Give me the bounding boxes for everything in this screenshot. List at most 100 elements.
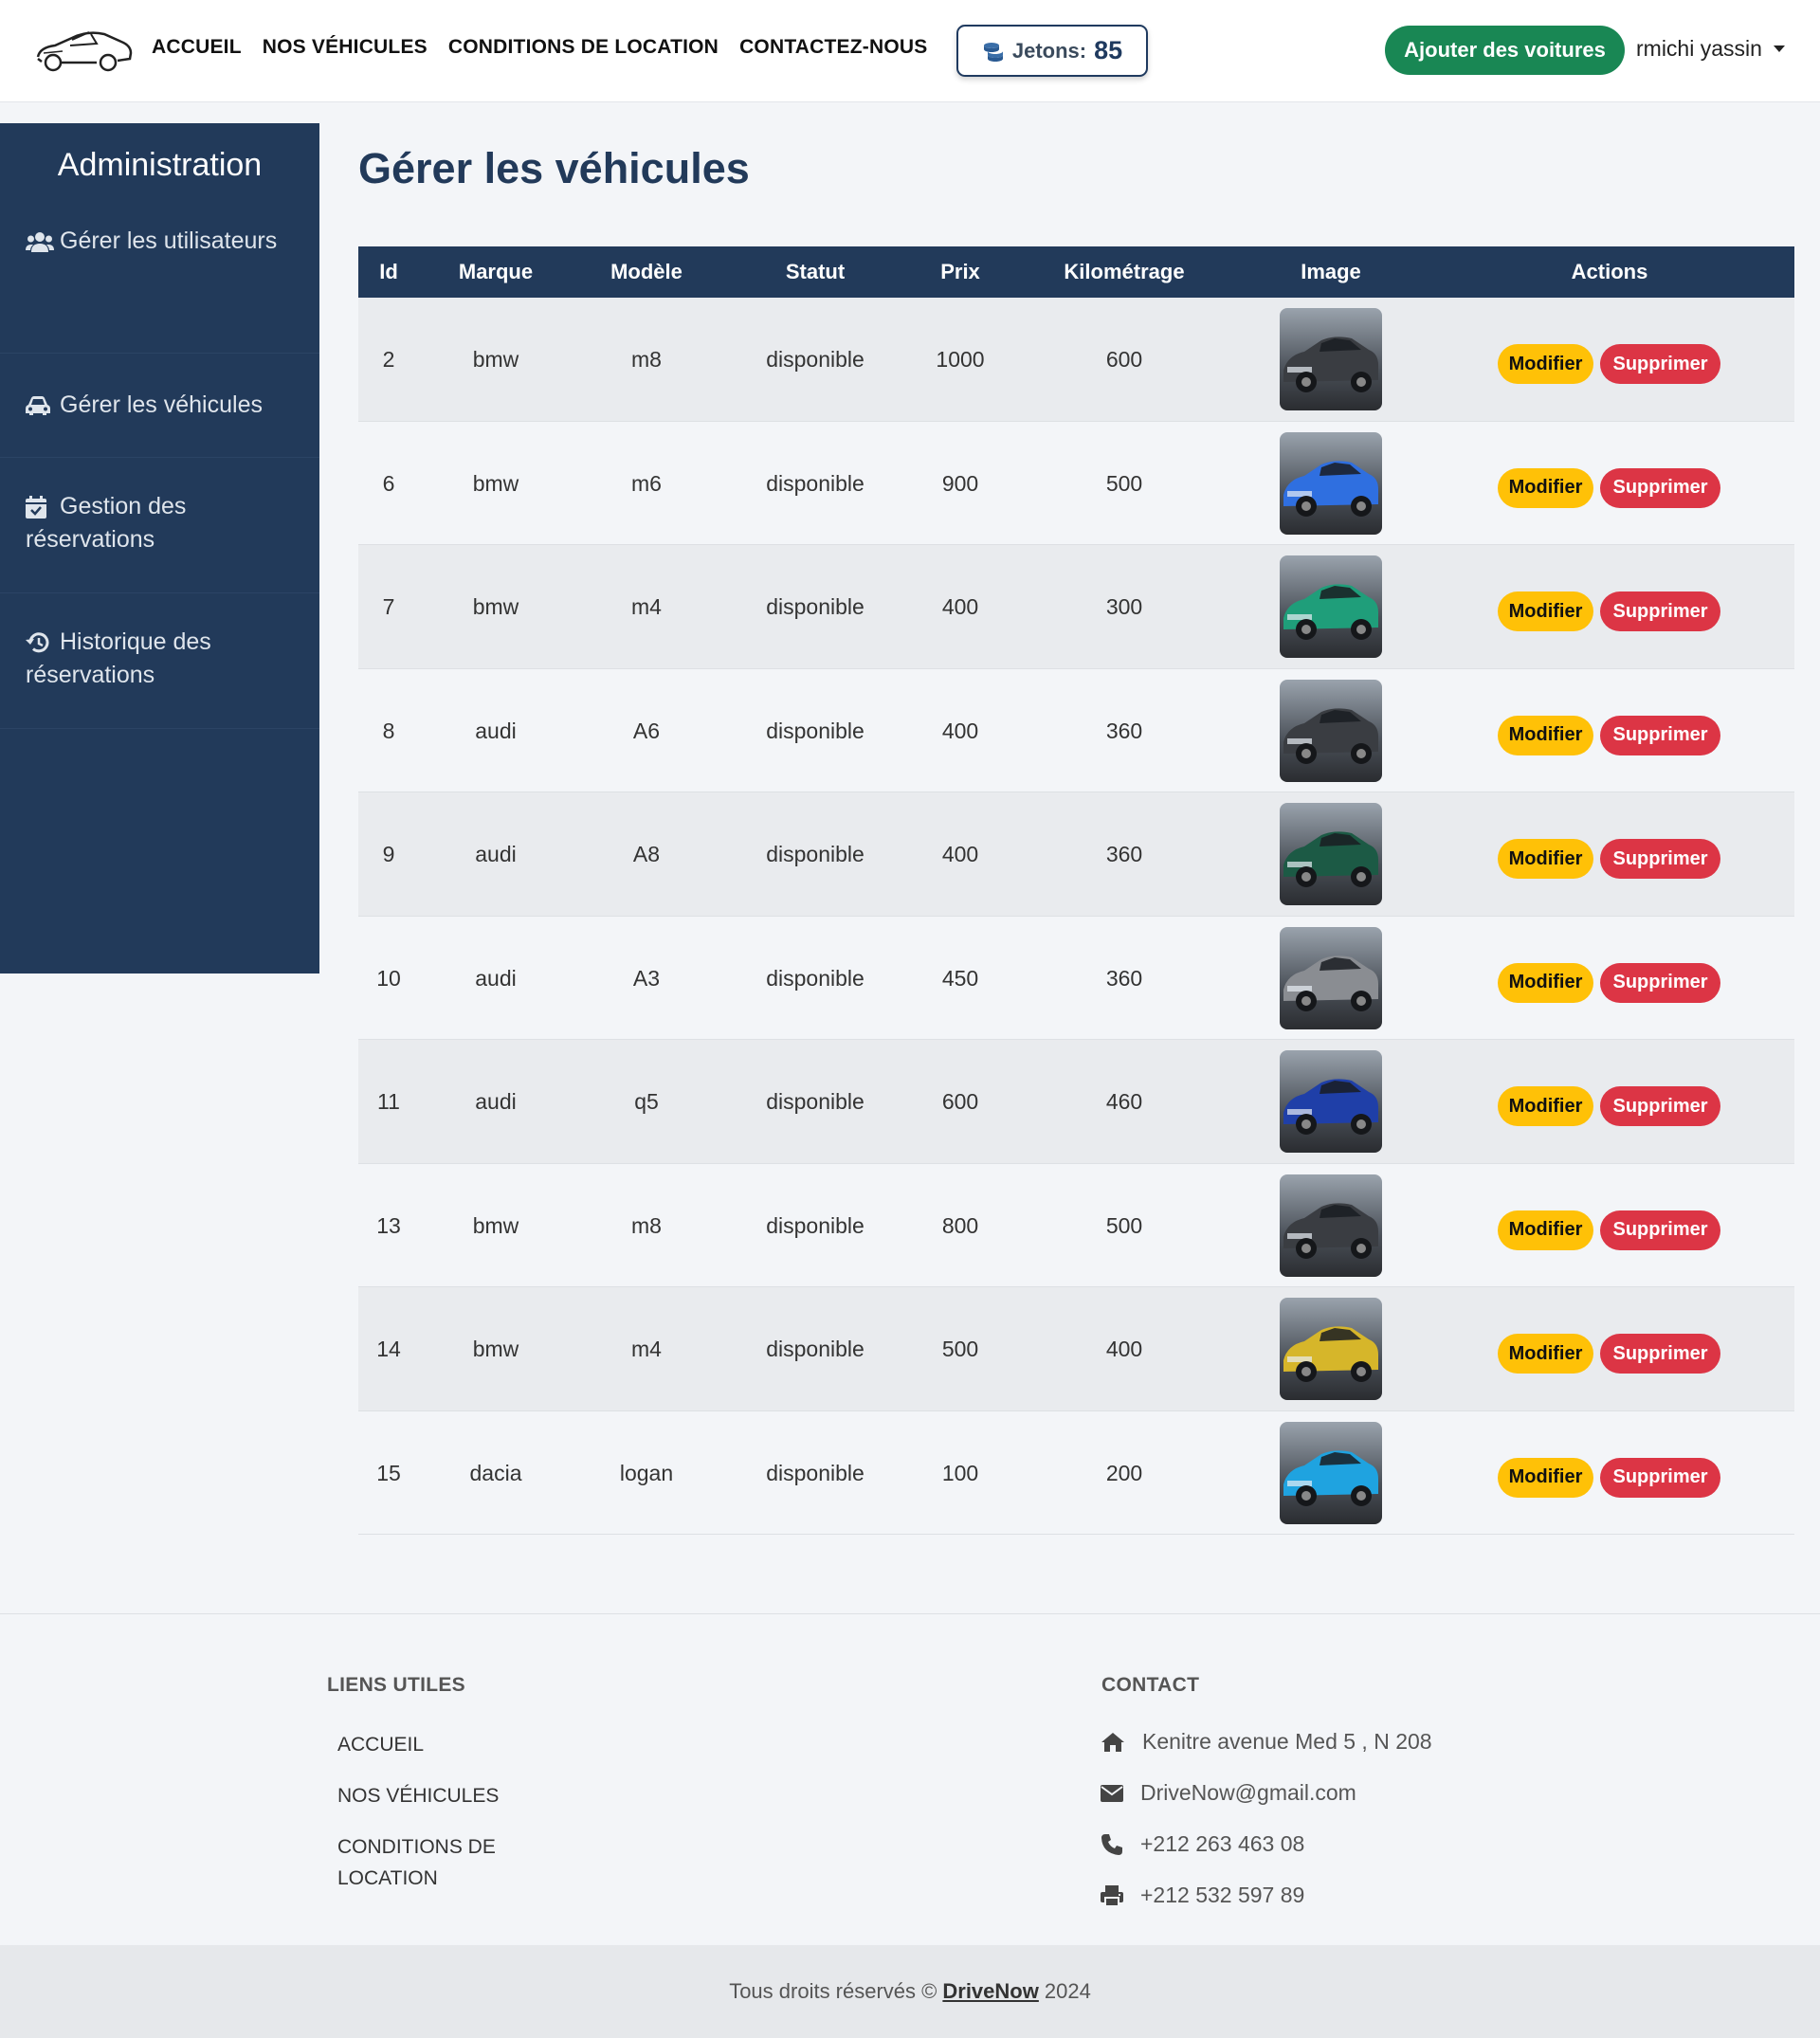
table-header: Id Marque Modèle Statut Prix Kilométrage… [358,246,1794,298]
footer-link-vehicules[interactable]: NOS VÉHICULES [337,1780,499,1811]
sidebar-item-reservations[interactable]: Gestion des réservations [0,458,319,593]
delete-button[interactable]: Supprimer [1600,1457,1720,1498]
cell-model: A8 [632,842,661,866]
delete-button[interactable]: Supprimer [1600,467,1720,508]
nav-link-accueil[interactable]: ACCUEIL [152,36,242,59]
delete-button[interactable]: Supprimer [1600,715,1720,755]
cell-model: m4 [631,1337,662,1361]
footer-links-heading: LIENS UTILES [327,1674,465,1696]
column-header[interactable]: Marque [459,246,533,298]
table-row: 10 audi A3 disponible 450 360 Modifier Supprime… [358,916,1794,1040]
cell-status: disponible [766,1337,864,1361]
user-menu[interactable]: rmichi yassin [1636,36,1785,62]
cell-status: disponible [766,1089,864,1114]
column-header[interactable]: Image [1301,246,1361,298]
tokens-label: Jetons: [1011,38,1087,63]
navbar: ACCUEIL NOS VÉHICULES CONDITIONS DE LOCA… [0,0,1820,102]
vehicle-image [1280,308,1382,410]
add-cars-button[interactable]: Ajouter des voitures [1385,26,1625,75]
contact-email[interactable]: DriveNow@gmail.com [1101,1780,1356,1806]
column-header[interactable]: Actions [1572,246,1648,298]
brand-link[interactable]: DriveNow [942,1979,1038,2004]
vehicles-table: Id Marque Modèle Statut Prix Kilométrage… [358,246,1794,1535]
cell-brand: bmw [472,347,519,372]
cell-mileage: 300 [1105,594,1143,619]
tokens-value: 85 [1094,36,1123,64]
sidebar-item-label: Historique des réservations [26,628,211,688]
vehicle-image [1280,1050,1382,1153]
cell-mileage: 360 [1105,842,1143,866]
copyright-bar: Tous droits réservés © DriveNow 2024 [0,1945,1820,2038]
cell-price: 900 [941,470,979,496]
cell-brand: dacia [469,1460,522,1485]
sidebar-item-label: Gérer les véhicules [60,391,263,418]
cell-brand: bmw [472,1212,519,1238]
edit-button[interactable]: Modifier [1498,1086,1593,1126]
edit-button[interactable]: Modifier [1498,591,1593,631]
cell-status: disponible [766,470,864,496]
table-row: 11 audi q5 disponible 600 460 Modifier Supprime… [358,1040,1794,1164]
tokens-badge[interactable]: Jetons: 85 [956,25,1148,77]
edit-button[interactable]: Modifier [1498,467,1593,508]
nav-link-contact[interactable]: CONTACTEZ-NOUS [739,36,927,59]
edit-button[interactable]: Modifier [1498,1210,1593,1250]
contact-fax: +212 532 597 89 [1101,1883,1304,1908]
cell-mileage: 600 [1105,347,1143,372]
vehicle-image [1280,679,1382,782]
page-title: Gérer les véhicules [358,144,750,192]
nav-links: ACCUEIL NOS VÉHICULES CONDITIONS DE LOCA… [152,36,927,59]
cell-brand: bmw [472,1337,519,1361]
delete-button[interactable]: Supprimer [1600,839,1720,879]
cell-model: A3 [632,965,661,991]
table-row: 6 bmw m6 disponible 900 500 Modifier Supprimer [358,421,1794,545]
cell-price: 100 [941,1460,979,1485]
envelope-icon [1101,1784,1123,1802]
cell-price: 500 [941,1337,979,1361]
footer-contact-heading: CONTACT [1101,1674,1200,1696]
cell-status: disponible [766,965,864,991]
vehicle-image [1280,803,1382,905]
delete-button[interactable]: Supprimer [1600,1086,1720,1126]
footer-link-accueil[interactable]: ACCUEIL [337,1729,424,1760]
car-icon [26,395,52,416]
column-header[interactable]: Id [379,246,398,298]
edit-button[interactable]: Modifier [1498,1334,1593,1374]
column-header[interactable]: Prix [940,246,980,298]
delete-button[interactable]: Supprimer [1600,1210,1720,1250]
delete-button[interactable]: Supprimer [1600,344,1720,384]
edit-button[interactable]: Modifier [1498,1457,1593,1498]
cell-model: A6 [632,718,661,743]
cell-mileage: 200 [1105,1460,1143,1485]
cell-model: m8 [631,1212,662,1238]
edit-button[interactable]: Modifier [1498,962,1593,1003]
edit-button[interactable]: Modifier [1498,344,1593,384]
sidebar-item-history[interactable]: Historique des réservations [0,593,319,729]
contact-phone[interactable]: +212 263 463 08 [1101,1831,1304,1857]
edit-button[interactable]: Modifier [1498,839,1593,879]
cell-id: 15 [376,1460,401,1485]
users-icon [26,231,54,253]
sidebar-item-users[interactable]: Gérer les utilisateurs [0,218,319,354]
cell-id: 10 [376,965,401,991]
cell-id: 2 [382,347,395,372]
cell-brand: audi [475,718,517,743]
nav-link-conditions[interactable]: CONDITIONS DE LOCATION [448,36,719,59]
cell-model: m8 [631,347,662,372]
history-icon [26,631,52,654]
sidebar-item-vehicles[interactable]: Gérer les véhicules [0,354,319,458]
table-row: 7 bmw m4 disponible 400 300 Modifier Supprimer [358,545,1794,669]
delete-button[interactable]: Supprimer [1600,591,1720,631]
column-header[interactable]: Statut [786,246,845,298]
cell-price: 600 [941,1089,979,1114]
delete-button[interactable]: Supprimer [1600,1334,1720,1374]
delete-button[interactable]: Supprimer [1600,962,1720,1003]
footer-link-conditions[interactable]: CONDITIONS DE LOCATION [337,1831,518,1894]
cell-price: 400 [941,718,979,743]
column-header[interactable]: Kilométrage [1064,246,1184,298]
column-header[interactable]: Modèle [610,246,682,298]
table-row: 9 audi A8 disponible 400 360 Modifier Supprimer [358,792,1794,917]
edit-button[interactable]: Modifier [1498,715,1593,755]
nav-link-vehicules[interactable]: NOS VÉHICULES [263,36,428,59]
cell-brand: audi [475,1089,517,1114]
car-logo-icon[interactable] [34,21,135,78]
